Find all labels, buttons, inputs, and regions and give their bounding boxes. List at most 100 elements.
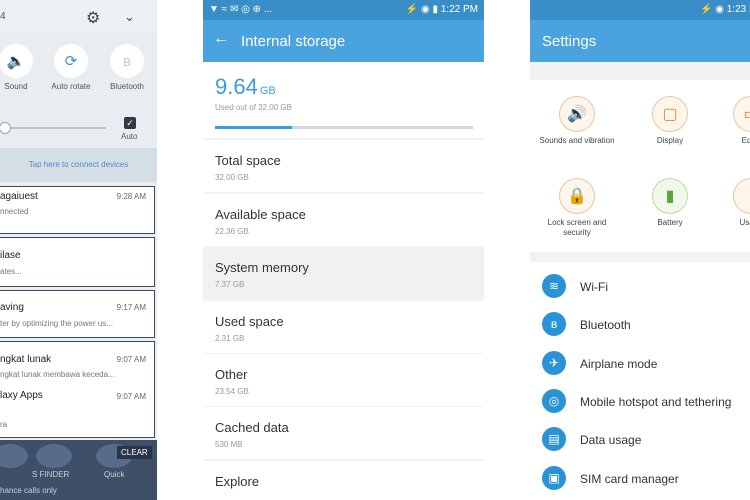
storage-unit: GB bbox=[259, 85, 276, 97]
notification-card[interactable]: ilase ates... bbox=[0, 237, 155, 287]
storage-row-system-memory[interactable]: System memory 7.37 GB bbox=[203, 247, 484, 299]
row-value: 2.31 GB bbox=[215, 334, 245, 343]
storage-progress-bar bbox=[215, 126, 473, 129]
settings-item-data-usage[interactable]: ▤ Data usage bbox=[530, 419, 750, 457]
app-bar: ← Internal storage bbox=[203, 20, 484, 62]
quick-settings-grid: 🔊 Sounds and vibration ▢ Display ▭ Edge … bbox=[530, 80, 750, 252]
storage-row-available-space[interactable]: Available space 22.36 GB bbox=[203, 194, 484, 246]
row-label: Cached data bbox=[215, 420, 289, 435]
grid-item-display[interactable]: ▢ Display bbox=[631, 96, 709, 146]
page-title: Settings bbox=[542, 33, 597, 50]
app-bar: Settings bbox=[530, 20, 750, 62]
panel-header: 4 ⚙ ⌄ bbox=[0, 0, 157, 32]
grid-item-lock-screen[interactable]: 🔒 Lock screen and security bbox=[538, 178, 616, 238]
quick-toggle-label: Bluetooth bbox=[110, 82, 144, 91]
settings-item-mobile-hotspot[interactable]: ◎ Mobile hotspot and tethering bbox=[530, 381, 750, 419]
notification-text: ngkat lunak membawa keceda... bbox=[0, 370, 115, 379]
storage-row-other[interactable]: Other 23.54 GB bbox=[203, 354, 484, 406]
quick-connect-label: Quick bbox=[104, 470, 125, 479]
hotspot-icon: ◎ bbox=[542, 389, 566, 413]
bluetooth-icon: ʙ bbox=[542, 312, 566, 336]
auto-brightness-checkbox[interactable]: ✓ bbox=[124, 117, 136, 129]
notification-time: 9:07 AM bbox=[116, 355, 146, 364]
quick-toggle-auto-rotate[interactable]: ⟳ Auto rotate bbox=[49, 44, 93, 91]
storage-used-value: 9.64 GB bbox=[215, 74, 276, 99]
connect-devices-button[interactable]: Tap here to connect devices bbox=[0, 148, 157, 182]
notification-card[interactable]: aving ter by optimizing the power us... … bbox=[0, 290, 155, 338]
notification-text: ates... bbox=[0, 267, 22, 276]
bluetooth-icon: ʙ bbox=[110, 44, 144, 78]
brightness-slider-handle[interactable] bbox=[0, 122, 12, 134]
status-bar: ▼ ≈ ✉ ◎ ⊕ ... ⚡ ◉ ▮ 1:22 PM bbox=[203, 0, 484, 20]
notification-time: 9:28 AM bbox=[116, 192, 146, 201]
s-finder-label: S FINDER bbox=[32, 470, 70, 479]
rotate-icon: ⟳ bbox=[54, 44, 88, 78]
settings-item-label: SIM card manager bbox=[580, 472, 679, 486]
notification-card[interactable]: ngkat lunak ngkat lunak membawa keceda..… bbox=[0, 341, 155, 438]
emergency-calls-text: hance calls only bbox=[0, 486, 57, 495]
notification-title: aving bbox=[0, 302, 24, 313]
lock-icon: 🔒 bbox=[559, 178, 595, 214]
quick-toggle-bluetooth[interactable]: ʙ Bluetooth bbox=[105, 44, 149, 91]
storage-row-used-space[interactable]: Used space 2.31 GB bbox=[203, 301, 484, 353]
speaker-icon: 🔈 bbox=[0, 44, 33, 78]
settings-list: ≋ Wi-Fi ʙ Bluetooth ✈ Airplane mode ◎ Mo… bbox=[530, 262, 750, 500]
auto-brightness-label: Auto bbox=[121, 132, 138, 141]
airplane-icon: ✈ bbox=[542, 351, 566, 375]
settings-item-wifi[interactable]: ≋ Wi-Fi bbox=[530, 266, 750, 304]
chevron-down-icon[interactable]: ⌄ bbox=[124, 9, 135, 25]
notification-panel: 4 ⚙ ⌄ 🔈 Sound ⟳ Auto rotate ʙ Bluetooth … bbox=[0, 0, 157, 500]
row-value: 22.36 GB bbox=[215, 227, 249, 236]
grid-item-label: Edge bbox=[741, 136, 750, 145]
settings-item-label: Wi-Fi bbox=[580, 280, 608, 294]
clear-button[interactable]: CLEAR bbox=[117, 446, 152, 459]
storage-row-total-space[interactable]: Total space 32.00 GB bbox=[203, 140, 484, 192]
app-icon[interactable] bbox=[0, 444, 28, 468]
storage-progress-fill bbox=[215, 126, 293, 129]
row-label: Other bbox=[215, 367, 248, 382]
settings-item-label: Bluetooth bbox=[580, 318, 631, 332]
row-value: 23.54 GB bbox=[215, 387, 249, 396]
row-label: System memory bbox=[215, 260, 309, 275]
speaker-icon: 🔊 bbox=[559, 96, 595, 132]
grid-item-label: Battery bbox=[657, 218, 683, 227]
data-usage-icon: ▤ bbox=[542, 427, 566, 451]
row-value: 7.37 GB bbox=[215, 280, 245, 289]
back-arrow-icon[interactable]: ← bbox=[213, 30, 229, 48]
grid-item-sounds[interactable]: 🔊 Sounds and vibration bbox=[538, 96, 616, 146]
grid-item-label: Usage bbox=[739, 218, 750, 227]
page-title: Internal storage bbox=[241, 33, 346, 50]
gear-icon[interactable]: ⚙ bbox=[86, 8, 100, 28]
settings-item-bluetooth[interactable]: ʙ Bluetooth bbox=[530, 304, 750, 342]
notification-time: 9:17 AM bbox=[116, 303, 146, 312]
row-value: 32.00 GB bbox=[215, 173, 249, 182]
notification-text: ter by optimizing the power us... bbox=[0, 319, 113, 328]
storage-row-explore[interactable]: Explore bbox=[203, 461, 484, 500]
battery-icon: ▮ bbox=[652, 178, 688, 214]
storage-screen: ▼ ≈ ✉ ◎ ⊕ ... ⚡ ◉ ▮ 1:22 PM ← Internal s… bbox=[203, 0, 484, 500]
notification-text: ra bbox=[0, 420, 8, 429]
settings-item-airplane-mode[interactable]: ✈ Airplane mode bbox=[530, 343, 750, 381]
status-icons: ▼ ≈ ✉ ◎ ⊕ ... bbox=[209, 4, 273, 15]
settings-item-sim-card-manager[interactable]: ▣ SIM card manager bbox=[530, 458, 750, 496]
notification-card[interactable]: agaiuest nnected 9:28 AM bbox=[0, 186, 155, 234]
s-finder-icon[interactable] bbox=[36, 444, 72, 468]
status-bar: ⚡ ◉ 1:23 ▮ bbox=[530, 0, 750, 20]
notification-title: ilase bbox=[0, 250, 21, 261]
wifi-icon: ≋ bbox=[542, 274, 566, 298]
quick-toggle-label: Sound bbox=[4, 82, 28, 91]
grid-item-usage[interactable]: ◔ Usage bbox=[712, 178, 750, 228]
row-value: 530 MB bbox=[215, 440, 243, 449]
quick-toggle-sound[interactable]: 🔈 Sound bbox=[0, 44, 38, 91]
status-clock: ⚡ ◉ ▮ 1:22 PM bbox=[405, 4, 478, 15]
sim-card-icon: ▣ bbox=[542, 466, 566, 490]
grid-item-edge[interactable]: ▭ Edge bbox=[712, 96, 750, 146]
grid-item-battery[interactable]: ▮ Battery bbox=[631, 178, 709, 228]
storage-row-cached-data[interactable]: Cached data 530 MB bbox=[203, 407, 484, 459]
notification-title: laxy Apps bbox=[0, 390, 43, 401]
storage-used-caption: Used out of 32.00 GB bbox=[215, 103, 292, 112]
brightness-slider[interactable] bbox=[0, 127, 106, 129]
edge-icon: ▭ bbox=[733, 96, 750, 132]
notification-time: 9:07 AM bbox=[116, 392, 146, 401]
settings-item-label: Data usage bbox=[580, 433, 642, 447]
